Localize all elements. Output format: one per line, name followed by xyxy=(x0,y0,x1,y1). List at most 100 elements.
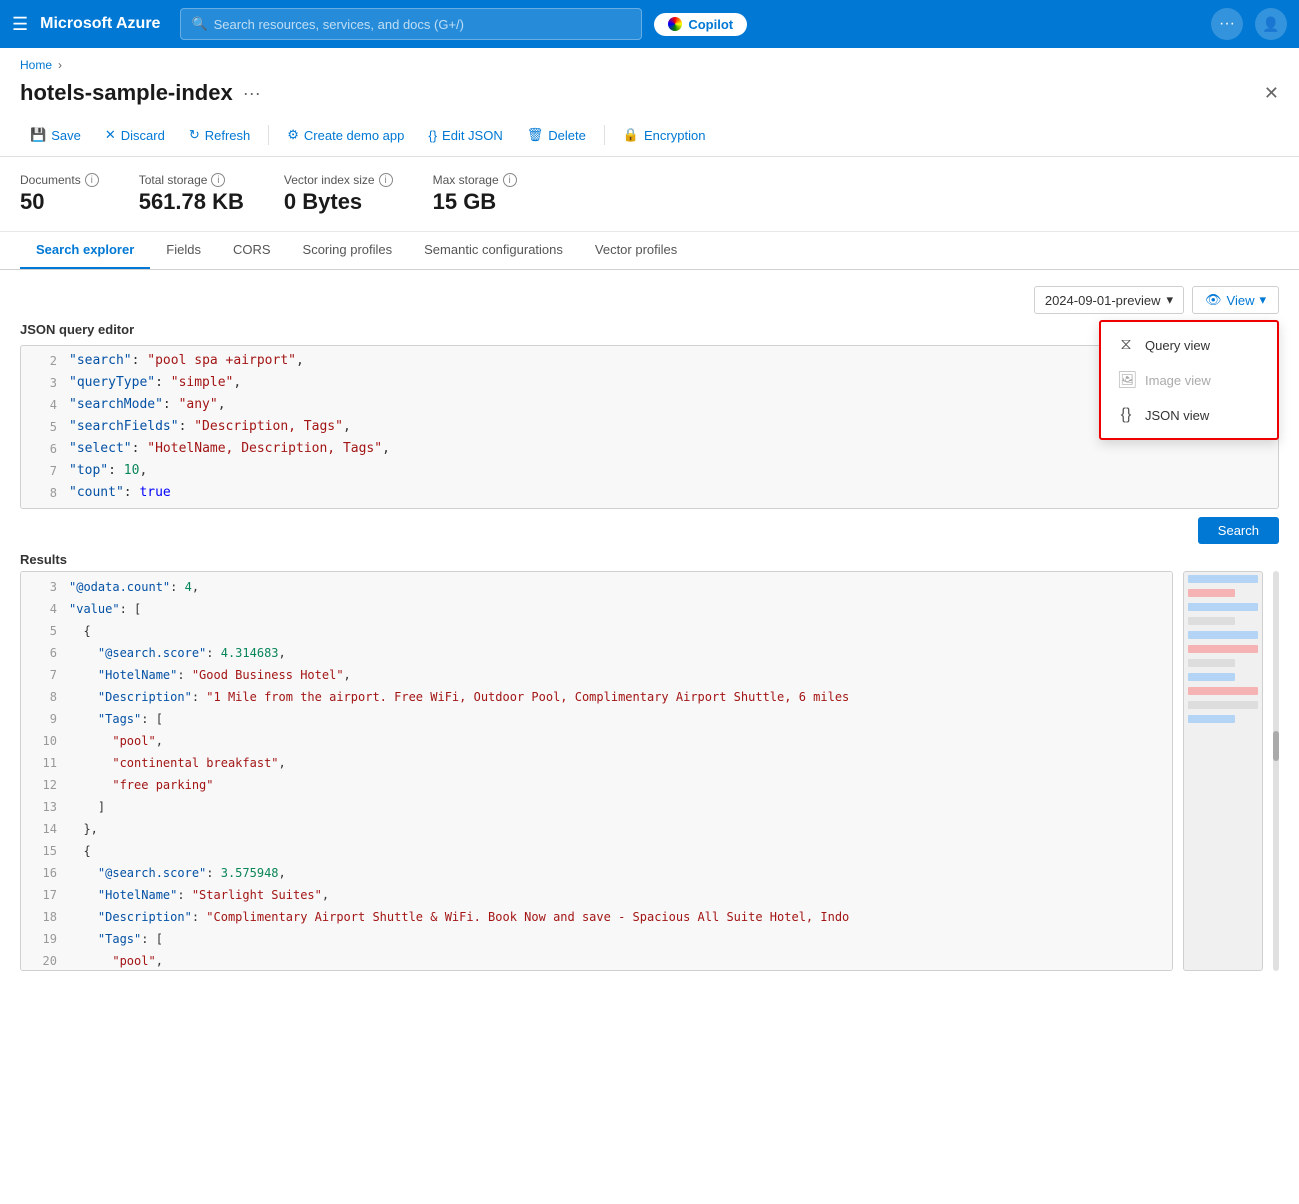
eye-icon: 👁 xyxy=(1205,292,1222,308)
global-search-input[interactable] xyxy=(214,17,632,32)
max-storage-stat: Max storage i 15 GB xyxy=(433,173,517,215)
thumb-line xyxy=(1188,631,1258,639)
results-label: Results xyxy=(20,552,1279,567)
save-button[interactable]: 💾 Save xyxy=(20,122,91,148)
global-search-bar[interactable]: 🔍 xyxy=(180,8,642,40)
curly-braces-icon: {} xyxy=(1117,406,1135,424)
discard-icon: ✕ xyxy=(105,127,116,143)
total-storage-stat: Total storage i 561.78 KB xyxy=(139,173,244,215)
view-dropdown: ⧖ Query view 🖼 Image view {} JSON view xyxy=(1099,320,1279,440)
close-button[interactable]: ✕ xyxy=(1264,83,1279,104)
results-editor[interactable]: 3 "@odata.count": 4, 4 "value": [ 5 { xyxy=(20,571,1173,971)
thumb-line xyxy=(1188,575,1258,583)
result-line-8: 10 "pool", xyxy=(21,730,1172,752)
tab-fields[interactable]: Fields xyxy=(150,232,217,269)
encryption-button[interactable]: 🔒 Encryption xyxy=(613,122,716,148)
refresh-icon: ↻ xyxy=(189,127,200,143)
editor-line-7: 8 "count": true xyxy=(21,482,1278,504)
tab-vector-profiles[interactable]: Vector profiles xyxy=(579,232,693,269)
search-icon: 🔍 xyxy=(191,16,207,32)
editor-label: JSON query editor xyxy=(20,322,1279,337)
page-content: Home › hotels-sample-index ··· ✕ 💾 Save … xyxy=(0,48,1299,1204)
scroll-thumb[interactable] xyxy=(1273,731,1279,761)
edit-json-button[interactable]: {} Edit JSON xyxy=(418,123,512,148)
result-line-12: 14 }, xyxy=(21,818,1172,840)
breadcrumb-home[interactable]: Home xyxy=(20,58,52,72)
result-line-15: 17 "HotelName": "Starlight Suites", xyxy=(21,884,1172,906)
thumb-line xyxy=(1188,687,1258,695)
tab-semantic-configurations[interactable]: Semantic configurations xyxy=(408,232,579,269)
thumb-line xyxy=(1188,645,1258,653)
result-line-16: 18 "Description": "Complimentary Airport… xyxy=(21,906,1172,928)
documents-info-icon[interactable]: i xyxy=(85,173,99,187)
demo-icon: ⚙ xyxy=(287,127,299,143)
page-title-more[interactable]: ··· xyxy=(243,83,261,104)
toolbar-separator-2 xyxy=(604,125,605,145)
thumb-line xyxy=(1188,659,1235,667)
editor-line-3: 4 "searchMode": "any", xyxy=(21,394,1278,416)
tabs-bar: Search explorer Fields CORS Scoring prof… xyxy=(0,232,1299,270)
page-title: hotels-sample-index xyxy=(20,80,233,106)
vector-index-info-icon[interactable]: i xyxy=(379,173,393,187)
search-button-row: Search xyxy=(20,517,1279,544)
top-navigation: ☰ Microsoft Azure 🔍 Copilot ··· 👤 xyxy=(0,0,1299,48)
editor-line-2: 3 "queryType": "simple", xyxy=(21,372,1278,394)
filter-icon: ⧖ xyxy=(1117,336,1135,354)
thumb-line xyxy=(1188,617,1235,625)
chevron-down-icon-view: ▾ xyxy=(1259,292,1266,308)
result-line-5: 7 "HotelName": "Good Business Hotel", xyxy=(21,664,1172,686)
result-line-7: 9 "Tags": [ xyxy=(21,708,1172,730)
tab-cors[interactable]: CORS xyxy=(217,232,287,269)
discard-button[interactable]: ✕ Discard xyxy=(95,122,175,148)
brand-label: Microsoft Azure xyxy=(40,15,160,33)
json-icon: {} xyxy=(428,128,437,143)
json-query-editor[interactable]: 2 "search": "pool spa +airport", 3 "quer… xyxy=(20,345,1279,509)
results-thumbnail xyxy=(1183,571,1263,971)
max-storage-info-icon[interactable]: i xyxy=(503,173,517,187)
thumb-line xyxy=(1188,715,1235,723)
api-version-value: 2024-09-01-preview xyxy=(1045,293,1161,308)
main-area: 2024-09-01-preview ▾ 👁 View ▾ ⧖ Query vi… xyxy=(0,270,1299,987)
result-line-9: 11 "continental breakfast", xyxy=(21,752,1172,774)
tab-search-explorer[interactable]: Search explorer xyxy=(20,232,150,269)
result-line-17: 19 "Tags": [ xyxy=(21,928,1172,950)
api-version-selector[interactable]: 2024-09-01-preview ▾ xyxy=(1034,286,1184,314)
page-title-row: hotels-sample-index ··· ✕ xyxy=(0,76,1299,114)
breadcrumb: Home › xyxy=(0,48,1299,76)
refresh-button[interactable]: ↻ Refresh xyxy=(179,122,260,148)
lock-icon: 🔒 xyxy=(623,127,639,143)
result-line-1: 3 "@odata.count": 4, xyxy=(21,576,1172,598)
dropdown-item-query-view[interactable]: ⧖ Query view xyxy=(1101,328,1277,362)
chevron-down-icon: ▾ xyxy=(1166,292,1173,308)
vector-index-stat: Vector index size i 0 Bytes xyxy=(284,173,393,215)
image-icon: 🖼 xyxy=(1117,370,1135,390)
view-button[interactable]: 👁 View ▾ xyxy=(1192,286,1279,314)
results-scrollbar[interactable] xyxy=(1273,571,1279,971)
create-demo-app-button[interactable]: ⚙ Create demo app xyxy=(277,122,414,148)
breadcrumb-separator: › xyxy=(58,58,62,72)
result-line-18: 20 "pool", xyxy=(21,950,1172,971)
thumb-line xyxy=(1188,589,1235,597)
toolbar: 💾 Save ✕ Discard ↻ Refresh ⚙ Create demo… xyxy=(0,114,1299,157)
result-line-4: 6 "@search.score": 4.314683, xyxy=(21,642,1172,664)
editor-line-5: 6 "select": "HotelName, Description, Tag… xyxy=(21,438,1278,460)
total-storage-info-icon[interactable]: i xyxy=(211,173,225,187)
toolbar-separator-1 xyxy=(268,125,269,145)
hamburger-icon[interactable]: ☰ xyxy=(12,14,28,35)
editor-section: 2024-09-01-preview ▾ 👁 View ▾ ⧖ Query vi… xyxy=(20,286,1279,971)
editor-line-4: 5 "searchFields": "Description, Tags", xyxy=(21,416,1278,438)
user-avatar[interactable]: 👤 xyxy=(1255,8,1287,40)
more-options-icon[interactable]: ··· xyxy=(1211,8,1243,40)
controls-row: 2024-09-01-preview ▾ 👁 View ▾ ⧖ Query vi… xyxy=(20,286,1279,314)
dropdown-item-json-view[interactable]: {} JSON view xyxy=(1101,398,1277,432)
search-button[interactable]: Search xyxy=(1198,517,1279,544)
stats-row: Documents i 50 Total storage i 561.78 KB… xyxy=(0,157,1299,232)
copilot-button[interactable]: Copilot xyxy=(654,13,747,36)
delete-button[interactable]: 🗑 Delete xyxy=(517,122,596,148)
thumb-line xyxy=(1188,701,1258,709)
tab-scoring-profiles[interactable]: Scoring profiles xyxy=(287,232,409,269)
copilot-icon xyxy=(668,17,682,31)
editor-line-1: 2 "search": "pool spa +airport", xyxy=(21,350,1278,372)
thumb-line xyxy=(1188,673,1235,681)
dropdown-item-image-view[interactable]: 🖼 Image view xyxy=(1101,362,1277,398)
